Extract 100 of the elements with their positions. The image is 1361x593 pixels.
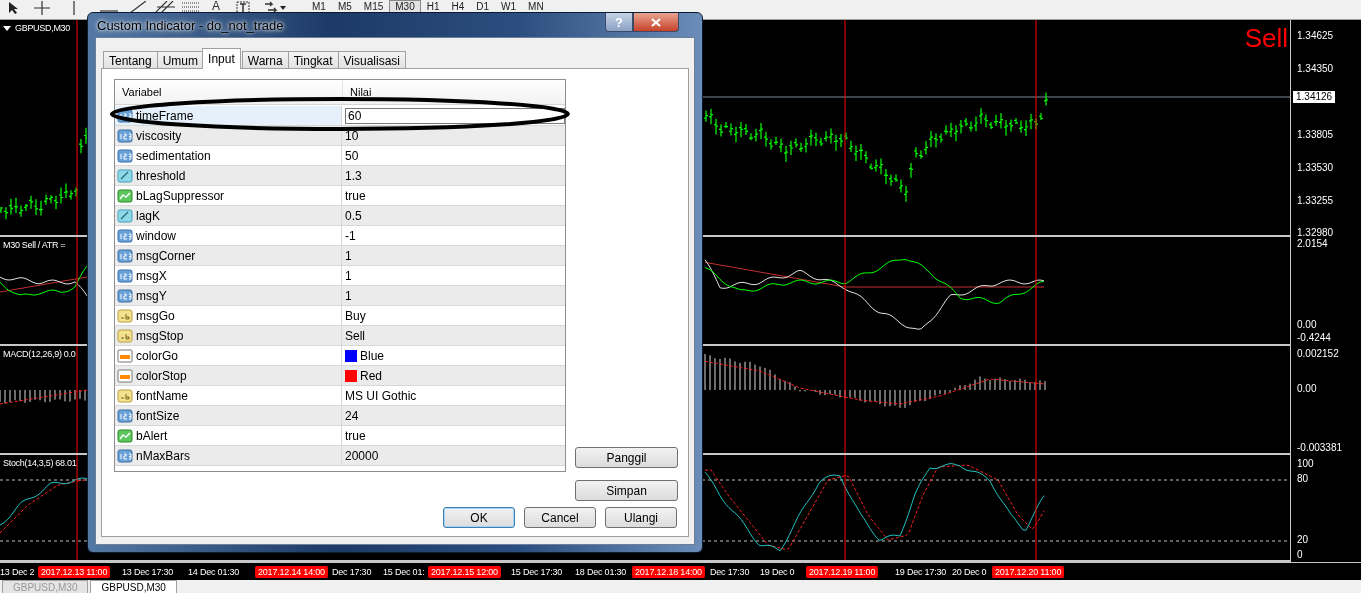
variable-type-icon xyxy=(117,207,133,224)
table-cell: -1 xyxy=(345,228,356,243)
variable-cell[interactable]: fontSize xyxy=(115,406,342,425)
variable-cell[interactable]: sedimentation xyxy=(115,146,342,165)
table-cell: MS UI Gothic xyxy=(345,388,417,403)
close-icon xyxy=(651,17,661,27)
time-label: 19 Dec 17:30 xyxy=(895,566,947,578)
pane-label: GBPUSD,M30 xyxy=(15,23,71,33)
variable-type-icon xyxy=(117,447,133,464)
variable-type-icon xyxy=(117,127,133,144)
timeframe-button[interactable]: D1 xyxy=(470,0,496,14)
time-label: 15 Dec 17:30 xyxy=(511,566,563,578)
time-label: 14 Dec 01:30 xyxy=(188,566,240,578)
dialog-tab[interactable]: Visualisasi xyxy=(337,51,407,69)
timeframe-button[interactable]: H4 xyxy=(445,0,471,14)
variable-cell[interactable]: bLagSuppressor xyxy=(115,186,342,205)
variable-cell[interactable]: fontName xyxy=(115,386,342,405)
variable-cell[interactable]: colorStop xyxy=(115,366,342,385)
timeframe-button[interactable]: W1 xyxy=(495,0,523,14)
channel-icon[interactable] xyxy=(155,1,175,13)
variable-cell[interactable]: msgY xyxy=(115,286,342,305)
dialog-button[interactable]: OK xyxy=(443,507,515,528)
timeframe-button[interactable]: M1 xyxy=(306,0,332,14)
time-label: 2017.12.15 12:00 xyxy=(428,566,501,578)
pane-label: MACD(12,26,9) 0.0 xyxy=(3,349,76,359)
pane-label: Stoch(14,3,5) 68.01 xyxy=(3,458,77,468)
close-button[interactable] xyxy=(633,13,679,32)
timeframe-button[interactable]: H1 xyxy=(420,0,446,14)
dialog-tab[interactable]: Umum xyxy=(156,51,205,69)
axis-label: 1.34625 xyxy=(1297,30,1334,42)
axis-label: 0 xyxy=(1297,549,1303,561)
axis-label: 80 xyxy=(1297,473,1309,485)
variable-cell[interactable]: lagK xyxy=(115,206,342,225)
time-label: 15 Dec 01: xyxy=(383,566,425,578)
variable-type-icon xyxy=(117,287,133,304)
time-label: 2017.12.18 14:00 xyxy=(632,566,705,578)
axis-label: 0.00 xyxy=(1297,319,1317,331)
text-tool[interactable]: A xyxy=(212,0,220,12)
text-label-icon[interactable] xyxy=(236,1,250,13)
variable-cell[interactable]: msgGo xyxy=(115,306,342,325)
cursor-icon[interactable] xyxy=(8,1,20,15)
column-header[interactable]: Nilai xyxy=(343,80,372,104)
table-cell: 1.3 xyxy=(345,168,362,183)
axis-label: 2.0154 xyxy=(1297,238,1328,250)
time-label: 13 Dec 2 xyxy=(0,566,35,578)
variable-cell[interactable]: msgCorner xyxy=(115,246,342,265)
table-cell: Buy xyxy=(345,308,366,323)
current-price-label: 1.34126 xyxy=(1293,91,1336,103)
time-label: Dec 17:30 xyxy=(332,566,372,578)
axis-label: 0.00 xyxy=(1297,383,1317,395)
dialog-button[interactable]: Ulangi xyxy=(605,507,677,528)
value-field[interactable]: 60 xyxy=(345,107,565,124)
fibonacci-icon[interactable] xyxy=(182,1,200,13)
axis-label: 1.33255 xyxy=(1297,195,1334,207)
side-button[interactable]: Panggil xyxy=(575,447,678,468)
variable-type-icon xyxy=(117,367,133,384)
vertical-line-icon[interactable] xyxy=(72,1,76,15)
dialog-tab[interactable]: Tentang xyxy=(103,51,158,69)
dialog-tab[interactable]: Tingkat xyxy=(287,51,339,69)
table-cell: 1 xyxy=(345,288,352,303)
table-cell: 24 xyxy=(345,408,359,423)
dialog-tab[interactable]: Warna xyxy=(241,51,289,69)
time-label: 2017.12.13 11:00 xyxy=(38,566,111,578)
timeframe-button[interactable]: M15 xyxy=(357,0,390,14)
table-cell: 1 xyxy=(345,248,352,263)
side-button[interactable]: Simpan xyxy=(575,480,678,501)
table-cell: Blue xyxy=(360,348,385,363)
window-title: Custom Indicator - do_not_trade xyxy=(96,17,284,33)
time-label: 18 Dec 01:30 xyxy=(575,566,627,578)
trend-line-icon[interactable] xyxy=(130,1,146,13)
variable-type-icon xyxy=(117,247,133,264)
crosshair-icon[interactable] xyxy=(34,1,50,15)
time-label: 19 Dec 0 xyxy=(760,566,795,578)
variable-cell[interactable]: bAlert xyxy=(115,426,342,445)
time-label: 2017.12.19 11:00 xyxy=(806,566,879,578)
variable-type-icon xyxy=(117,167,133,184)
time-label: 13 Dec 17:30 xyxy=(122,566,174,578)
variable-cell[interactable]: msgX xyxy=(115,266,342,285)
time-label: 20 Dec 0 xyxy=(952,566,987,578)
table-cell: true xyxy=(345,428,366,443)
arrows-icon[interactable] xyxy=(264,1,288,13)
table-cell: 0.5 xyxy=(345,208,362,223)
axis-label: 100 xyxy=(1297,458,1314,470)
table-cell: Red xyxy=(360,368,382,383)
axis-label: -0.4244 xyxy=(1297,332,1331,344)
timeframe-button[interactable]: M5 xyxy=(331,0,358,14)
axis-label: 1.34350 xyxy=(1297,63,1334,75)
variable-cell[interactable]: colorGo xyxy=(115,346,342,365)
variable-cell[interactable]: window xyxy=(115,226,342,245)
timeframe-button[interactable]: MN xyxy=(522,0,550,14)
variable-cell[interactable]: threshold xyxy=(115,166,342,185)
variable-cell[interactable]: nMaxBars xyxy=(115,446,342,465)
table-cell: 10 xyxy=(345,128,359,143)
dialog-tab[interactable]: Input xyxy=(202,48,241,69)
dialog-button[interactable]: Cancel xyxy=(524,507,596,528)
axis-label: 20 xyxy=(1297,534,1309,546)
column-header[interactable]: Variabel xyxy=(115,80,343,104)
chart-tab[interactable]: GBPUSD,M30 xyxy=(90,580,177,593)
variable-cell[interactable]: viscosity xyxy=(115,126,342,145)
variable-cell[interactable]: msgStop xyxy=(115,326,342,345)
